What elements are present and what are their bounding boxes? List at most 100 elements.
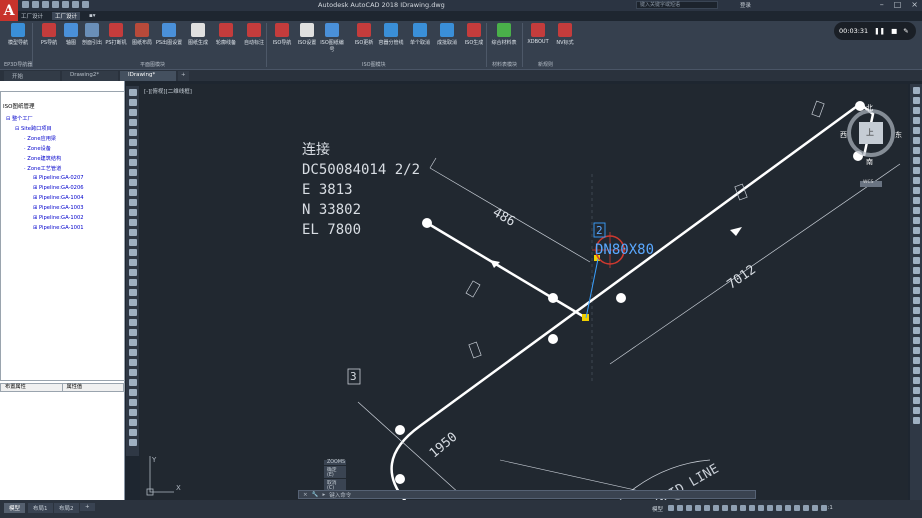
nav-tool-icon[interactable] bbox=[912, 347, 920, 354]
draw-tool-icon[interactable] bbox=[128, 299, 137, 306]
status-toggle-icon[interactable] bbox=[713, 505, 719, 511]
open-icon[interactable] bbox=[32, 1, 39, 8]
pipe-node[interactable] bbox=[395, 474, 405, 484]
draw-tool-icon[interactable] bbox=[128, 199, 137, 206]
ribbon-button[interactable]: 自动标注 bbox=[240, 23, 268, 46]
tree-item[interactable]: ⊞ Pipeline:GA-1001 bbox=[33, 225, 84, 231]
status-toggle-icon[interactable] bbox=[749, 505, 755, 511]
tree-item[interactable]: ⊞ Pipeline:GA-0207 bbox=[33, 175, 84, 181]
save-as-icon[interactable] bbox=[52, 1, 59, 8]
nav-tool-icon[interactable] bbox=[912, 377, 920, 384]
draw-tool-icon[interactable] bbox=[128, 399, 137, 406]
nav-tool-icon[interactable] bbox=[912, 207, 920, 214]
nav-tool-icon[interactable] bbox=[912, 297, 920, 304]
draw-tool-icon[interactable] bbox=[128, 259, 137, 266]
draw-tool-icon[interactable] bbox=[128, 329, 137, 336]
status-toggle-icon[interactable] bbox=[695, 505, 701, 511]
main-pipe[interactable] bbox=[390, 102, 861, 505]
tree-item[interactable]: ⊞ Pipeline:GA-1002 bbox=[33, 215, 84, 221]
draw-tool-icon[interactable] bbox=[128, 239, 137, 246]
pen-icon[interactable]: ✎ bbox=[903, 27, 908, 35]
minimize-icon[interactable]: – bbox=[880, 0, 884, 9]
status-toggle-icon[interactable] bbox=[758, 505, 764, 511]
status-toggle-icon[interactable] bbox=[740, 505, 746, 511]
pipe-node[interactable] bbox=[548, 293, 558, 303]
nav-tool-icon[interactable] bbox=[912, 137, 920, 144]
ribbon-tab-1[interactable]: 工厂设计 bbox=[18, 12, 46, 20]
draw-tool-icon[interactable] bbox=[128, 179, 137, 186]
status-toggle-icon[interactable] bbox=[722, 505, 728, 511]
junction-grip[interactable] bbox=[582, 314, 589, 321]
menu-item-zooms[interactable]: ZOOMS bbox=[324, 460, 346, 465]
layout-tab-layout1[interactable]: 布局1 bbox=[28, 503, 53, 513]
part-tag-1b[interactable] bbox=[468, 341, 482, 359]
status-toggle-icon[interactable] bbox=[731, 505, 737, 511]
ribbon-button[interactable]: 容器分管线 bbox=[377, 23, 405, 46]
ribbon-button[interactable]: PS出图设置 bbox=[155, 23, 183, 46]
nav-tool-icon[interactable] bbox=[912, 387, 920, 394]
draw-tool-icon[interactable] bbox=[128, 339, 137, 346]
nav-tool-icon[interactable] bbox=[912, 257, 920, 264]
draw-tool-icon[interactable] bbox=[128, 169, 137, 176]
nav-tool-icon[interactable] bbox=[912, 317, 920, 324]
redo-icon[interactable] bbox=[82, 1, 89, 8]
draw-tool-icon[interactable] bbox=[128, 89, 137, 96]
draw-tool-icon[interactable] bbox=[128, 139, 137, 146]
draw-tool-icon[interactable] bbox=[128, 369, 137, 376]
status-model-label[interactable]: 模型 bbox=[652, 505, 663, 513]
draw-tool-icon[interactable] bbox=[128, 219, 137, 226]
nav-tool-icon[interactable] bbox=[912, 337, 920, 344]
print-icon[interactable] bbox=[62, 1, 69, 8]
part-tag-1[interactable] bbox=[465, 280, 481, 298]
draw-tool-icon[interactable] bbox=[128, 99, 137, 106]
draw-tool-icon[interactable] bbox=[128, 289, 137, 296]
nav-tool-icon[interactable] bbox=[912, 87, 920, 94]
file-tab-start[interactable]: 开始 bbox=[4, 71, 60, 81]
draw-tool-icon[interactable] bbox=[128, 209, 137, 216]
ribbon-button[interactable]: ISO生成 bbox=[460, 23, 488, 46]
nav-tool-icon[interactable] bbox=[912, 117, 920, 124]
draw-tool-icon[interactable] bbox=[128, 379, 137, 386]
ribbon-panel-label[interactable]: EP3D导航器 bbox=[4, 61, 32, 68]
part-tag-1d[interactable] bbox=[811, 100, 825, 118]
ribbon-button[interactable]: 图纸布局 bbox=[128, 23, 156, 46]
tree-item[interactable]: ⊞ Pipeline:GA-1003 bbox=[33, 205, 84, 211]
draw-tool-icon[interactable] bbox=[128, 349, 137, 356]
draw-tool-icon[interactable] bbox=[128, 229, 137, 236]
ribbon-button[interactable]: 单个取消 bbox=[406, 23, 434, 46]
new-icon[interactable] bbox=[22, 1, 29, 8]
status-toggle-icon[interactable] bbox=[686, 505, 692, 511]
compass-west[interactable]: 西 bbox=[840, 130, 847, 140]
status-toggle-icon[interactable] bbox=[812, 505, 818, 511]
dn-size-label[interactable]: DN80X80 bbox=[595, 242, 654, 258]
nav-tool-icon[interactable] bbox=[912, 197, 920, 204]
draw-tool-icon[interactable] bbox=[128, 309, 137, 316]
draw-tool-icon[interactable] bbox=[128, 249, 137, 256]
tree-item[interactable]: ⊞ Pipeline:GA-1004 bbox=[33, 195, 84, 201]
branch-pipe[interactable] bbox=[426, 221, 587, 320]
nav-tool-icon[interactable] bbox=[912, 157, 920, 164]
ribbon-button[interactable]: 图纸生成 bbox=[184, 23, 212, 46]
ribbon-tab-more-icon[interactable]: ▪▾ bbox=[86, 13, 99, 19]
nav-tool-icon[interactable] bbox=[912, 287, 920, 294]
new-tab-icon[interactable]: + bbox=[178, 71, 189, 81]
nav-tool-icon[interactable] bbox=[912, 167, 920, 174]
drawing-canvas[interactable]: 连接 DC50084014 2/2 E 3813 N 33802 EL 7800… bbox=[140, 84, 908, 510]
nav-tool-icon[interactable] bbox=[912, 107, 920, 114]
nav-tool-icon[interactable] bbox=[912, 177, 920, 184]
nav-tool-icon[interactable] bbox=[912, 277, 920, 284]
tree-item[interactable]: ⊞ Pipeline:GA-0206 bbox=[33, 185, 84, 191]
ribbon-panel-label[interactable]: 材料表模块 bbox=[492, 61, 517, 68]
status-toggle-icon[interactable] bbox=[776, 505, 782, 511]
draw-tool-icon[interactable] bbox=[128, 159, 137, 166]
undo-icon[interactable] bbox=[72, 1, 79, 8]
user-login[interactable]: 登录 bbox=[740, 1, 751, 9]
tree-item[interactable]: · Zone应用梁 bbox=[24, 135, 56, 142]
status-toggle-icon[interactable] bbox=[794, 505, 800, 511]
status-toggle-icon[interactable] bbox=[704, 505, 710, 511]
draw-tool-icon[interactable] bbox=[128, 319, 137, 326]
save-icon[interactable] bbox=[42, 1, 49, 8]
nav-tool-icon[interactable] bbox=[912, 247, 920, 254]
pipe-node[interactable] bbox=[855, 101, 865, 111]
nav-tool-icon[interactable] bbox=[912, 307, 920, 314]
